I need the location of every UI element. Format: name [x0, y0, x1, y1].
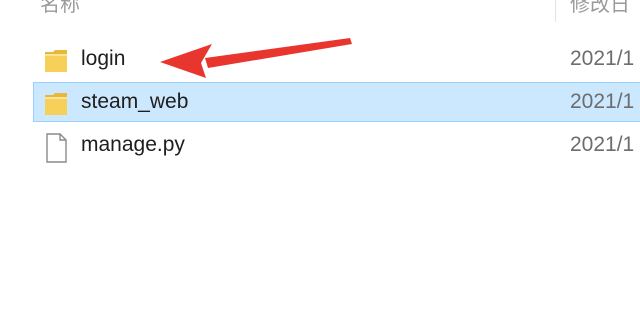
column-divider[interactable]	[555, 0, 556, 22]
file-row-login[interactable]: login 2021/1	[33, 39, 640, 79]
file-icon	[43, 133, 69, 163]
folder-icon	[43, 47, 69, 75]
file-row-manage-py[interactable]: manage.py 2021/1	[33, 125, 640, 165]
file-row-steam-web[interactable]: steam_web 2021/1	[33, 82, 640, 122]
column-header-date-modified[interactable]: 修改日	[570, 0, 630, 17]
column-header-row: 名称 修改日	[0, 0, 640, 22]
file-name: login	[81, 47, 126, 70]
file-explorer-list: 名称 修改日 login 2021/1 steam_web 2021/1 man…	[0, 0, 640, 311]
column-header-name[interactable]: 名称	[40, 0, 80, 17]
file-date-modified: 2021/1	[570, 133, 635, 156]
file-date-modified: 2021/1	[570, 47, 635, 70]
file-name: steam_web	[81, 90, 189, 113]
file-name: manage.py	[81, 133, 185, 156]
file-date-modified: 2021/1	[570, 90, 635, 113]
folder-icon	[43, 90, 69, 118]
